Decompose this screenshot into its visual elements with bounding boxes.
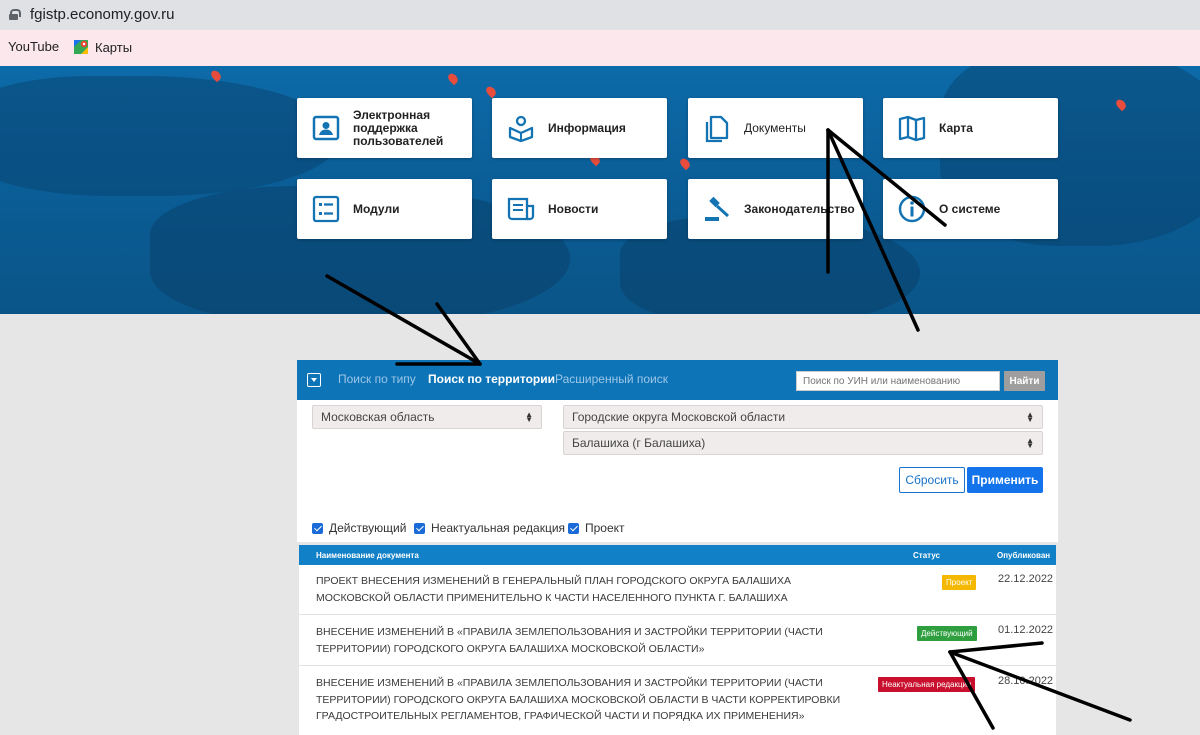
tile-label: Новости bbox=[548, 201, 599, 216]
filter-label: Проект bbox=[585, 521, 625, 535]
filter-label: Действующий bbox=[329, 521, 407, 535]
tile-modules[interactable]: Модули bbox=[297, 179, 472, 239]
uin-search-input[interactable] bbox=[796, 371, 1000, 391]
map-icon bbox=[898, 115, 926, 142]
table-row[interactable]: ПРОЕКТ ВНЕСЕНИЯ ИЗМЕНЕНИЙ В ГЕНЕРАЛЬНЫЙ … bbox=[299, 565, 1056, 615]
published-date: 01.12.2022 bbox=[998, 624, 1054, 636]
tile-legislation[interactable]: Законодательство bbox=[688, 179, 863, 239]
tile-label: Модули bbox=[353, 201, 400, 216]
column-header-status[interactable]: Статус bbox=[913, 551, 940, 560]
map-pin-icon bbox=[484, 84, 498, 99]
status-badge: Неактуальная редакция bbox=[878, 677, 976, 692]
apply-button[interactable]: Применить bbox=[967, 467, 1043, 493]
search-toolbar: Поиск по типу Поиск по территории Расшир… bbox=[297, 360, 1058, 400]
search-panel: Поиск по типу Поиск по территории Расшир… bbox=[297, 360, 1058, 542]
document-name[interactable]: ВНЕСЕНИЕ ИЗМЕНЕНИЙ В «ПРАВИЛА ЗЕМЛЕПОЛЬЗ… bbox=[316, 675, 856, 725]
filter-project-checkbox[interactable]: Проект bbox=[568, 521, 625, 535]
tile-label: Документы bbox=[744, 120, 806, 135]
info-reader-icon bbox=[508, 115, 534, 143]
table-header: Наименование документа Статус Опубликова… bbox=[299, 545, 1056, 565]
filter-active-checkbox[interactable]: Действующий bbox=[312, 521, 406, 535]
region-select-value: Московская область bbox=[321, 410, 435, 424]
bookmark-maps[interactable]: Карты bbox=[73, 39, 132, 55]
table-row[interactable]: ВНЕСЕНИЕ ИЗМЕНЕНИЙ В «ПРАВИЛА ЗЕМЛЕПОЛЬЗ… bbox=[299, 667, 1056, 735]
tab-search-by-type[interactable]: Поиск по типу bbox=[338, 372, 416, 386]
tile-information[interactable]: Информация bbox=[492, 98, 667, 158]
status-badge: Проект bbox=[942, 575, 977, 590]
document-name[interactable]: ВНЕСЕНИЕ ИЗМЕНЕНИЙ В «ПРАВИЛА ЗЕМЛЕПОЛЬЗ… bbox=[316, 624, 856, 657]
select-arrows-icon: ▲ ▼ bbox=[525, 410, 533, 424]
tile-map[interactable]: Карта bbox=[883, 98, 1058, 158]
document-name[interactable]: ПРОЕКТ ВНЕСЕНИЯ ИЗМЕНЕНИЙ В ГЕНЕРАЛЬНЫЙ … bbox=[316, 573, 856, 606]
tile-about-system[interactable]: О системе bbox=[883, 179, 1058, 239]
tab-search-by-territory[interactable]: Поиск по территории bbox=[428, 372, 555, 386]
google-maps-icon bbox=[74, 40, 88, 54]
map-pin-icon bbox=[678, 156, 692, 171]
map-pin-icon bbox=[446, 71, 460, 86]
tile-user-support[interactable]: Электронная поддержка пользователей bbox=[297, 98, 472, 158]
checkbox-checked-icon bbox=[312, 522, 323, 534]
bookmarks-bar: YouTube Карты bbox=[0, 30, 1200, 66]
lock-icon bbox=[9, 9, 21, 20]
documents-icon bbox=[705, 115, 729, 143]
modules-list-icon bbox=[312, 195, 340, 223]
municipality-select[interactable]: Балашиха (г Балашиха) ▲ ▼ bbox=[563, 431, 1043, 455]
collapse-toggle-icon[interactable] bbox=[307, 373, 321, 387]
tile-label: О системе bbox=[939, 201, 1001, 216]
filter-label: Неактуальная редакция bbox=[431, 521, 566, 535]
bookmark-youtube[interactable]: YouTube bbox=[8, 39, 59, 54]
status-badge: Действующий bbox=[917, 626, 977, 641]
column-header-published[interactable]: Опубликован bbox=[997, 551, 1050, 560]
filter-outdated-checkbox[interactable]: Неактуальная редакция bbox=[414, 521, 565, 535]
select-arrows-icon: ▲ ▼ bbox=[1026, 436, 1034, 450]
tile-label: Информация bbox=[548, 120, 626, 135]
published-date: 28.10.2022 bbox=[998, 675, 1054, 687]
municipality-select-value: Балашиха (г Балашиха) bbox=[572, 436, 706, 450]
select-arrows-icon: ▲ ▼ bbox=[1026, 410, 1034, 424]
user-card-icon bbox=[312, 115, 340, 141]
table-row[interactable]: ВНЕСЕНИЕ ИЗМЕНЕНИЙ В «ПРАВИЛА ЗЕМЛЕПОЛЬЗ… bbox=[299, 616, 1056, 666]
url-text: fgistp.economy.gov.ru bbox=[30, 6, 175, 23]
tile-label: Законодательство bbox=[744, 201, 855, 216]
gavel-icon bbox=[705, 196, 730, 221]
district-select[interactable]: Городские округа Московской области ▲ ▼ bbox=[563, 405, 1043, 429]
district-select-value: Городские округа Московской области bbox=[572, 410, 786, 424]
reset-button[interactable]: Сбросить bbox=[899, 467, 965, 493]
tile-label: Карта bbox=[939, 120, 973, 135]
checkbox-checked-icon bbox=[414, 522, 425, 534]
checkbox-checked-icon bbox=[568, 522, 579, 534]
newspaper-icon bbox=[507, 197, 535, 221]
bookmark-maps-label: Карты bbox=[95, 39, 133, 55]
published-date: 22.12.2022 bbox=[998, 573, 1054, 585]
tile-news[interactable]: Новости bbox=[492, 179, 667, 239]
tab-advanced-search[interactable]: Расширенный поиск bbox=[555, 372, 668, 386]
column-header-name[interactable]: Наименование документа bbox=[316, 551, 419, 560]
tile-label: Электронная поддержка пользователей bbox=[353, 107, 444, 148]
info-circle-icon bbox=[898, 195, 926, 223]
documents-table: Наименование документа Статус Опубликова… bbox=[299, 545, 1056, 735]
tile-documents[interactable]: Документы bbox=[688, 98, 863, 158]
region-select[interactable]: Московская область ▲ ▼ bbox=[312, 405, 542, 429]
find-button[interactable]: Найти bbox=[1004, 371, 1045, 391]
address-bar[interactable]: fgistp.economy.gov.ru bbox=[0, 0, 1200, 30]
